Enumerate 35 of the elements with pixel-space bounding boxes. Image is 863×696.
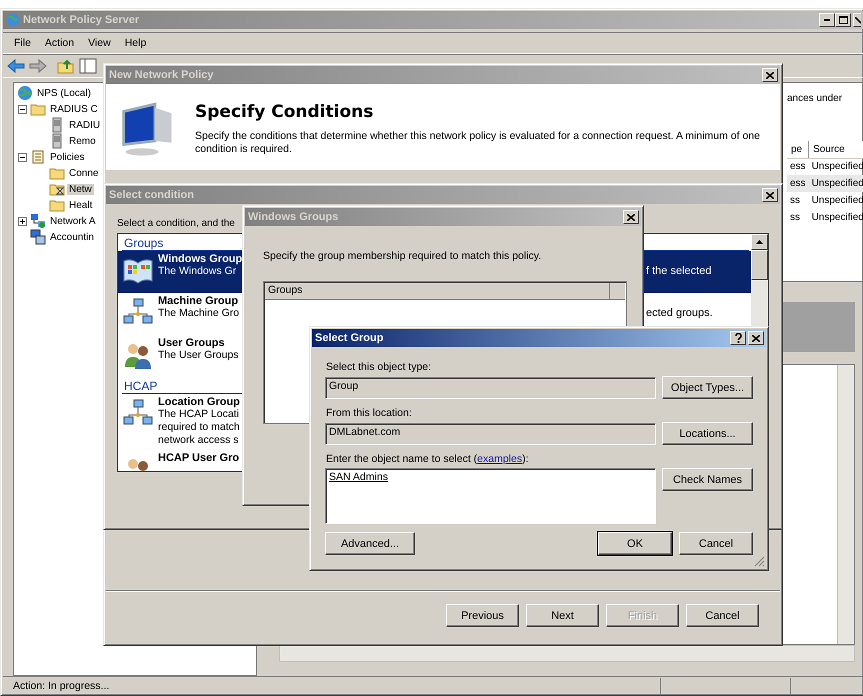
- condition-description: The Machine Gro: [158, 307, 240, 320]
- table-cell: ess: [787, 158, 809, 175]
- page-heading: Specify Conditions: [195, 102, 374, 122]
- instruction-text: Select a condition, and the: [117, 218, 236, 229]
- condition-description: ected groups.: [646, 307, 714, 320]
- condition-description: The HCAP Locati: [158, 408, 240, 421]
- condition-description: f the selected: [646, 265, 712, 278]
- table-cell: ss: [787, 192, 809, 209]
- page-description: Specify the conditions that determine whether this network policy is evaluated for a connection request. A minimum of one condition is required.: [195, 130, 761, 156]
- dialog-title: Select condition: [109, 189, 195, 201]
- field-label: Select this object type:: [326, 361, 432, 373]
- condition-description: The Windows Gr: [158, 265, 238, 278]
- description-text: ances under: [787, 93, 844, 106]
- condition-title: Machine Group: [158, 295, 240, 307]
- condition-title: Windows Group: [158, 253, 244, 265]
- condition-title: User Groups: [158, 337, 226, 349]
- condition-title: HCAP User Gro: [158, 452, 240, 464]
- condition-description: network access s: [158, 434, 240, 447]
- table-cell-text: ss: [789, 211, 801, 225]
- condition-description: required to match: [158, 421, 241, 434]
- field-label: From this location:: [326, 407, 413, 419]
- dialog-title: Select Group: [315, 332, 384, 344]
- dialog-title: New Network Policy: [109, 69, 215, 81]
- field-label: Enter the object name to select (examples):: [326, 453, 530, 465]
- table-cell: Unspecified: [808, 175, 863, 192]
- table-cell: ess: [787, 175, 809, 192]
- instruction-text: Specify the group membership required to match this policy.: [263, 250, 542, 262]
- table-cell: Unspecified: [808, 158, 863, 175]
- dialog-title: Windows Groups: [248, 211, 340, 223]
- window-title: Network Policy Server: [23, 14, 140, 26]
- condition-title: Location Group: [158, 396, 241, 408]
- condition-description: The User Groups: [158, 349, 240, 362]
- table-cell: Unspecified: [808, 192, 863, 209]
- table-cell-text: Unspecified: [810, 211, 863, 225]
- status-text: Action: In progress...: [13, 680, 110, 692]
